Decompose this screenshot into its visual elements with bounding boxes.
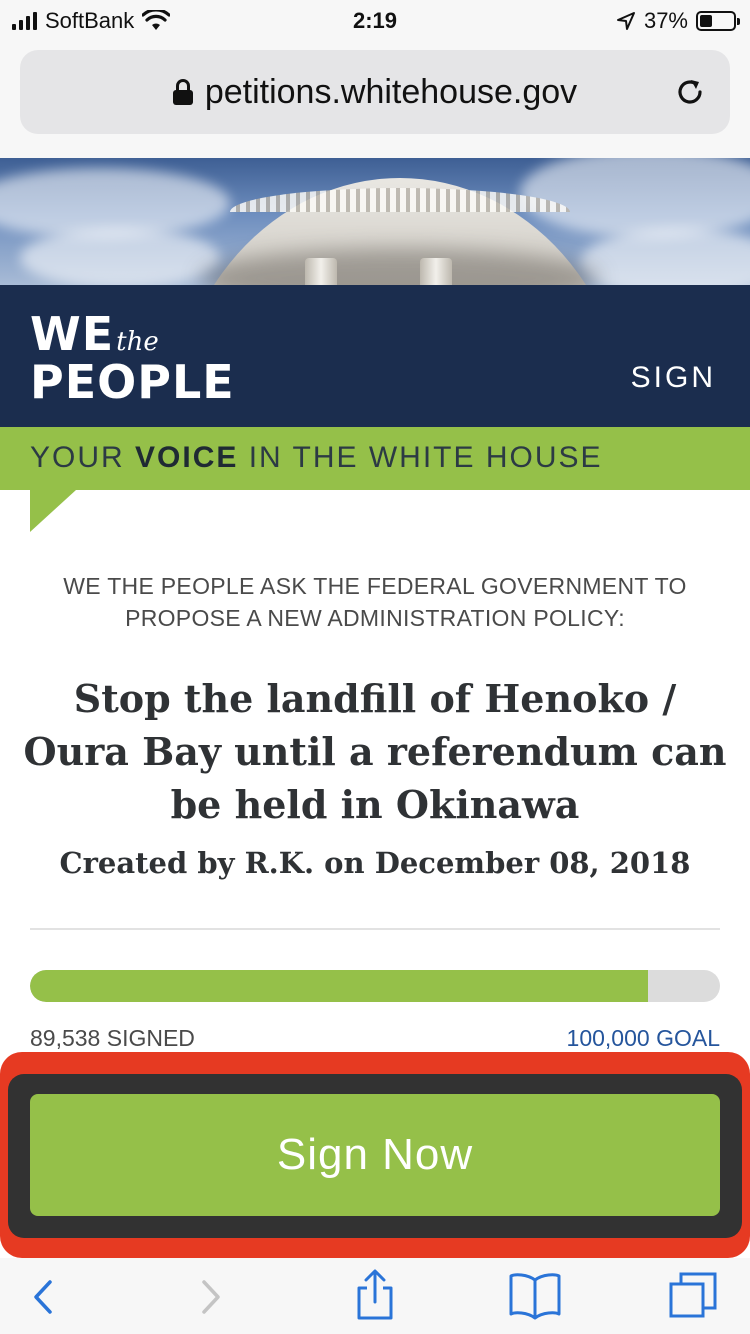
site-header: WEthe PEOPLE SIGN xyxy=(0,285,750,427)
battery-fill xyxy=(700,15,712,27)
tabs-icon[interactable] xyxy=(665,1266,725,1326)
hero-image-white-house-dome xyxy=(0,158,750,285)
we-the-people-logo[interactable]: WEthe PEOPLE xyxy=(30,311,235,405)
sign-now-highlight: Sign Now xyxy=(0,1052,750,1258)
status-right: 37% xyxy=(616,8,740,34)
petition-title: Stop the landfill of Henoko / Oura Bay u… xyxy=(23,676,727,827)
location-arrow-icon xyxy=(616,12,635,30)
browser-toolbar xyxy=(0,1258,750,1334)
signature-progress-bar xyxy=(30,970,720,1002)
sign-now-button[interactable]: Sign Now xyxy=(30,1094,720,1216)
signed-count: 89,538 SIGNED xyxy=(30,1025,195,1051)
forward-icon[interactable] xyxy=(180,1266,240,1326)
browser-address-area: petitions.whitehouse.gov xyxy=(0,40,750,158)
battery-icon xyxy=(696,11,740,31)
nav-sign-link[interactable]: SIGN xyxy=(631,361,716,395)
petition-byline: Created by R.K. on December 08, 2018 xyxy=(59,846,691,880)
address-bar[interactable]: petitions.whitehouse.gov xyxy=(20,50,730,134)
bookmarks-icon[interactable] xyxy=(505,1266,565,1326)
url-text[interactable]: petitions.whitehouse.gov xyxy=(205,73,577,112)
lock-icon xyxy=(172,79,193,105)
progress-fill xyxy=(30,970,648,1002)
divider xyxy=(30,928,720,930)
battery-percent: 37% xyxy=(643,8,688,33)
sign-now-panel: Sign Now xyxy=(8,1074,742,1238)
status-bar: SoftBank 2:19 37% xyxy=(0,0,750,40)
share-icon[interactable] xyxy=(345,1266,405,1326)
tagline-banner: YOUR VOICE IN THE WHITE HOUSE xyxy=(0,427,750,490)
tagline-text: YOUR VOICE IN THE WHITE HOUSE xyxy=(30,441,603,474)
banner-tail-decoration xyxy=(30,490,76,532)
reload-icon[interactable] xyxy=(672,74,708,110)
goal-count: 100,000 GOAL xyxy=(566,1025,720,1051)
petition-intro: WE THE PEOPLE ASK THE FEDERAL GOVERNMENT… xyxy=(63,573,687,631)
back-icon[interactable] xyxy=(12,1266,72,1326)
